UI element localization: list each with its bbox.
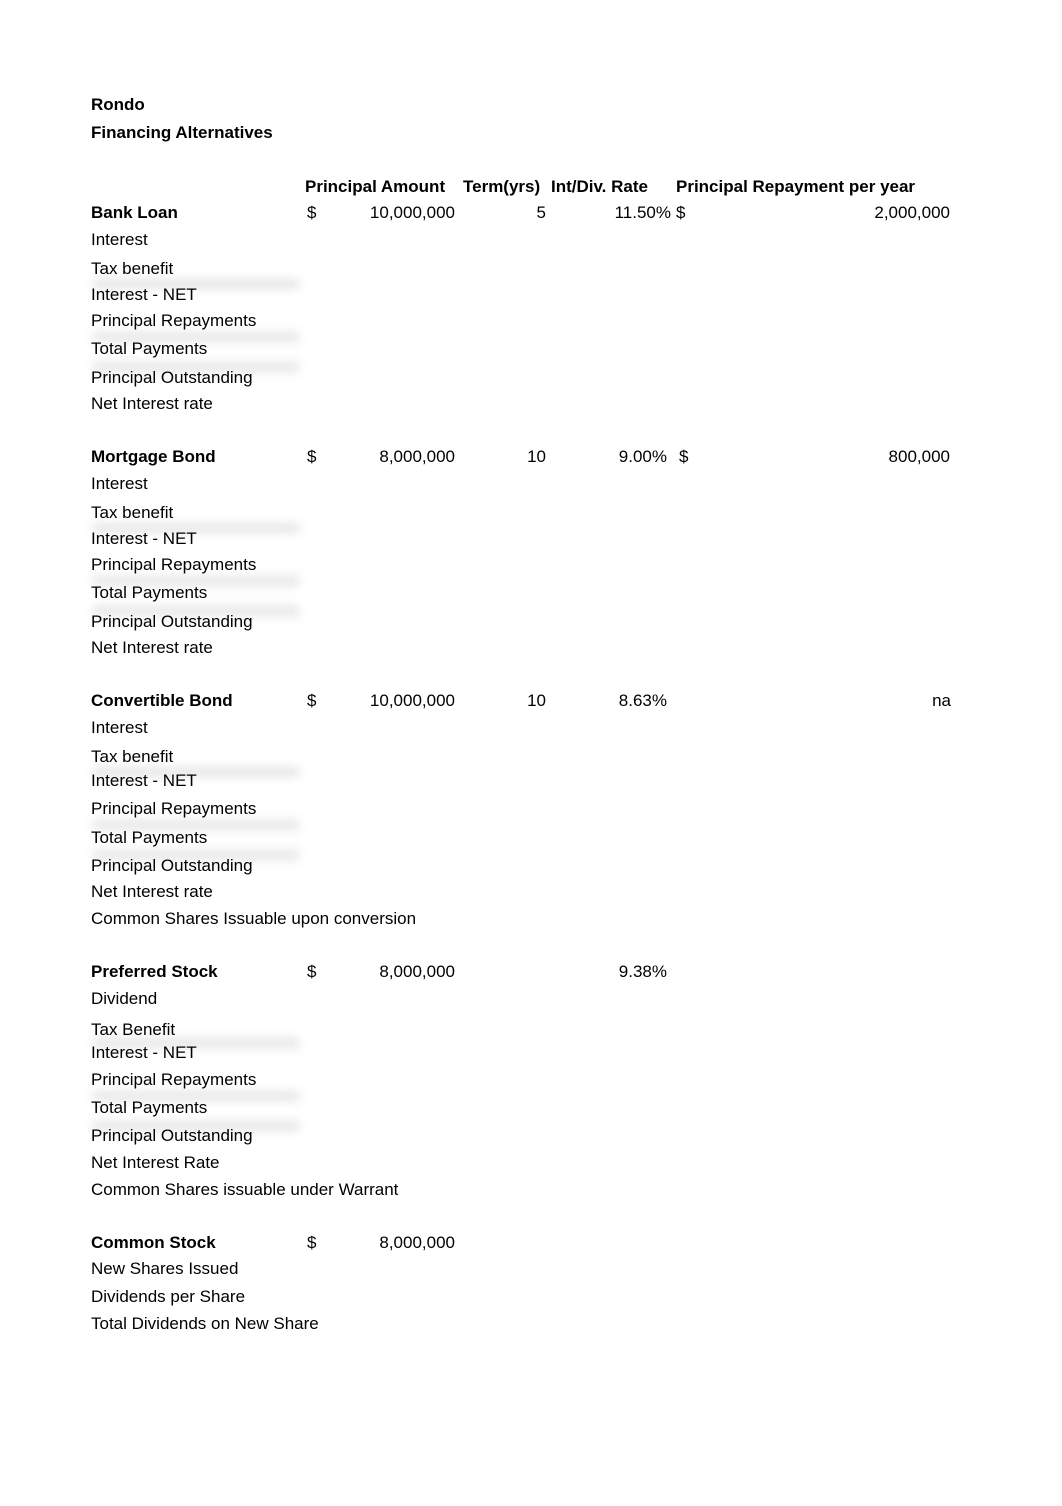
currency-symbol: $ bbox=[307, 203, 317, 222]
row-label: Principal Outstanding bbox=[91, 612, 253, 631]
col-rate: Int/Div. Rate bbox=[551, 177, 648, 196]
company-name: Rondo bbox=[91, 95, 145, 114]
rate-value: 8.63% bbox=[618, 691, 667, 710]
principal-value: 10,000,000 bbox=[369, 203, 455, 222]
row-label: Principal Repayments bbox=[91, 1070, 257, 1089]
section-title: Convertible Bond bbox=[91, 691, 233, 710]
row-label: Interest bbox=[91, 718, 148, 737]
repayment-value: 800,000 bbox=[888, 447, 950, 466]
principal-value: 8,000,000 bbox=[379, 447, 455, 466]
repayment-value: na bbox=[932, 691, 951, 710]
row-label: Tax Benefit bbox=[91, 1020, 176, 1039]
principal-value: 8,000,000 bbox=[379, 962, 455, 981]
section-title: Mortgage Bond bbox=[91, 447, 216, 466]
row-label: Net Interest Rate bbox=[91, 1153, 220, 1172]
row-label: Principal Outstanding bbox=[91, 368, 253, 387]
row-label: Interest bbox=[91, 230, 148, 249]
principal-value: 10,000,000 bbox=[369, 691, 455, 710]
repay-currency: $ bbox=[679, 447, 689, 466]
currency-symbol: $ bbox=[307, 691, 317, 710]
row-label: Principal Outstanding bbox=[91, 856, 253, 875]
row-label: Interest - NET bbox=[91, 1043, 197, 1062]
currency-symbol: $ bbox=[307, 962, 317, 981]
row-label: New Shares Issued bbox=[91, 1259, 239, 1278]
row-label: Tax benefit bbox=[91, 503, 174, 522]
principal-value: 8,000,000 bbox=[379, 1233, 455, 1252]
row-label: Principal Repayments bbox=[91, 311, 257, 330]
row-label: Dividend bbox=[91, 989, 158, 1008]
term-value: 10 bbox=[527, 447, 546, 466]
col-term: Term(yrs) bbox=[463, 177, 541, 196]
rate-value: 9.38% bbox=[618, 962, 667, 981]
sheet-title: Financing Alternatives bbox=[91, 123, 273, 142]
row-label: Tax benefit bbox=[91, 259, 174, 278]
col-repayment: Principal Repayment per year bbox=[676, 177, 916, 196]
row-label: Tax benefit bbox=[91, 747, 174, 766]
currency-symbol: $ bbox=[307, 1233, 317, 1252]
repayment-value: 2,000,000 bbox=[874, 203, 950, 222]
row-label: Total Payments bbox=[91, 339, 208, 358]
col-principal-amount: Principal Amount bbox=[305, 177, 446, 196]
rate-value: 11.50% bbox=[614, 203, 671, 222]
row-label: Interest bbox=[91, 474, 148, 493]
row-label: Total Payments bbox=[91, 583, 208, 602]
term-value: 10 bbox=[527, 691, 546, 710]
section-title: Bank Loan bbox=[91, 203, 178, 222]
row-label: Common Shares Issuable upon conversion bbox=[91, 909, 417, 928]
term-value: 5 bbox=[536, 203, 546, 222]
row-label: Net Interest rate bbox=[91, 638, 213, 657]
repay-currency: $ bbox=[676, 203, 686, 222]
row-label: Interest - NET bbox=[91, 285, 197, 304]
row-label: Total Payments bbox=[91, 1098, 208, 1117]
row-label: Common Shares issuable under Warrant bbox=[91, 1180, 399, 1199]
row-label: Principal Outstanding bbox=[91, 1126, 253, 1145]
row-label: Interest - NET bbox=[91, 529, 197, 548]
section-title: Preferred Stock bbox=[91, 962, 218, 981]
row-label: Net Interest rate bbox=[91, 394, 213, 413]
section-title: Common Stock bbox=[91, 1233, 216, 1252]
currency-symbol: $ bbox=[307, 447, 317, 466]
row-label: Interest - NET bbox=[91, 771, 197, 790]
row-label: Dividends per Share bbox=[91, 1287, 246, 1306]
row-label: Total Dividends on New Share bbox=[91, 1314, 319, 1333]
row-label: Principal Repayments bbox=[91, 555, 257, 574]
row-label: Principal Repayments bbox=[91, 799, 257, 818]
row-label: Net Interest rate bbox=[91, 882, 213, 901]
rate-value: 9.00% bbox=[618, 447, 667, 466]
row-label: Total Payments bbox=[91, 828, 208, 847]
